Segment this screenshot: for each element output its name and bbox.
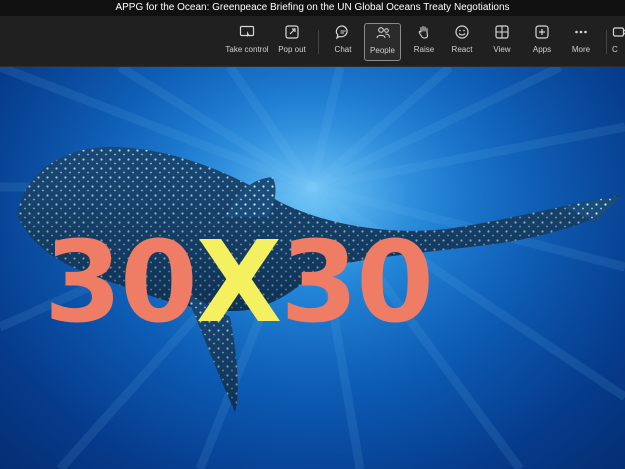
window-title: APPG for the Ocean: Greenpeace Briefing … bbox=[0, 0, 625, 16]
raise-hand-button[interactable]: Raise bbox=[409, 24, 439, 58]
toolbar-divider bbox=[318, 30, 319, 54]
raise-hand-icon bbox=[418, 25, 429, 39]
take-control-button[interactable]: Take control bbox=[222, 24, 272, 58]
raise-label: Raise bbox=[413, 45, 435, 54]
view-button[interactable]: View bbox=[487, 24, 517, 58]
pop-out-button[interactable]: Pop out bbox=[275, 24, 309, 58]
view-icon bbox=[495, 25, 509, 39]
camera-label: C bbox=[612, 45, 618, 54]
camera-icon bbox=[612, 27, 625, 37]
shared-screen: 30X30 bbox=[0, 67, 625, 469]
headline-number-left: 30 bbox=[44, 218, 198, 348]
pop-out-icon bbox=[285, 25, 299, 39]
chat-icon bbox=[335, 25, 348, 40]
pop-out-label: Pop out bbox=[278, 45, 306, 54]
take-control-icon bbox=[239, 25, 255, 38]
chat-button[interactable]: Chat bbox=[328, 24, 358, 58]
people-label: People bbox=[370, 46, 395, 55]
slide-headline: 30X30 bbox=[0, 223, 625, 343]
react-button[interactable]: React bbox=[447, 24, 477, 58]
view-label: View bbox=[493, 45, 511, 54]
react-icon bbox=[455, 25, 469, 39]
camera-button[interactable]: C bbox=[612, 24, 625, 58]
meeting-toolbar: Take control Pop out Chat People Raise R… bbox=[0, 16, 625, 67]
react-label: React bbox=[451, 45, 473, 54]
people-icon bbox=[375, 27, 390, 39]
take-control-label: Take control bbox=[225, 45, 269, 54]
chat-label: Chat bbox=[334, 45, 352, 54]
more-label: More bbox=[571, 45, 591, 54]
apps-label: Apps bbox=[532, 45, 552, 54]
more-button[interactable]: More bbox=[566, 24, 596, 58]
apps-icon bbox=[535, 25, 549, 39]
apps-button[interactable]: Apps bbox=[527, 24, 557, 58]
headline-number-right: 30 bbox=[280, 218, 434, 348]
toolbar-divider bbox=[606, 30, 607, 54]
people-button[interactable]: People bbox=[364, 23, 401, 61]
more-icon bbox=[575, 30, 587, 34]
headline-x: X bbox=[195, 218, 282, 348]
